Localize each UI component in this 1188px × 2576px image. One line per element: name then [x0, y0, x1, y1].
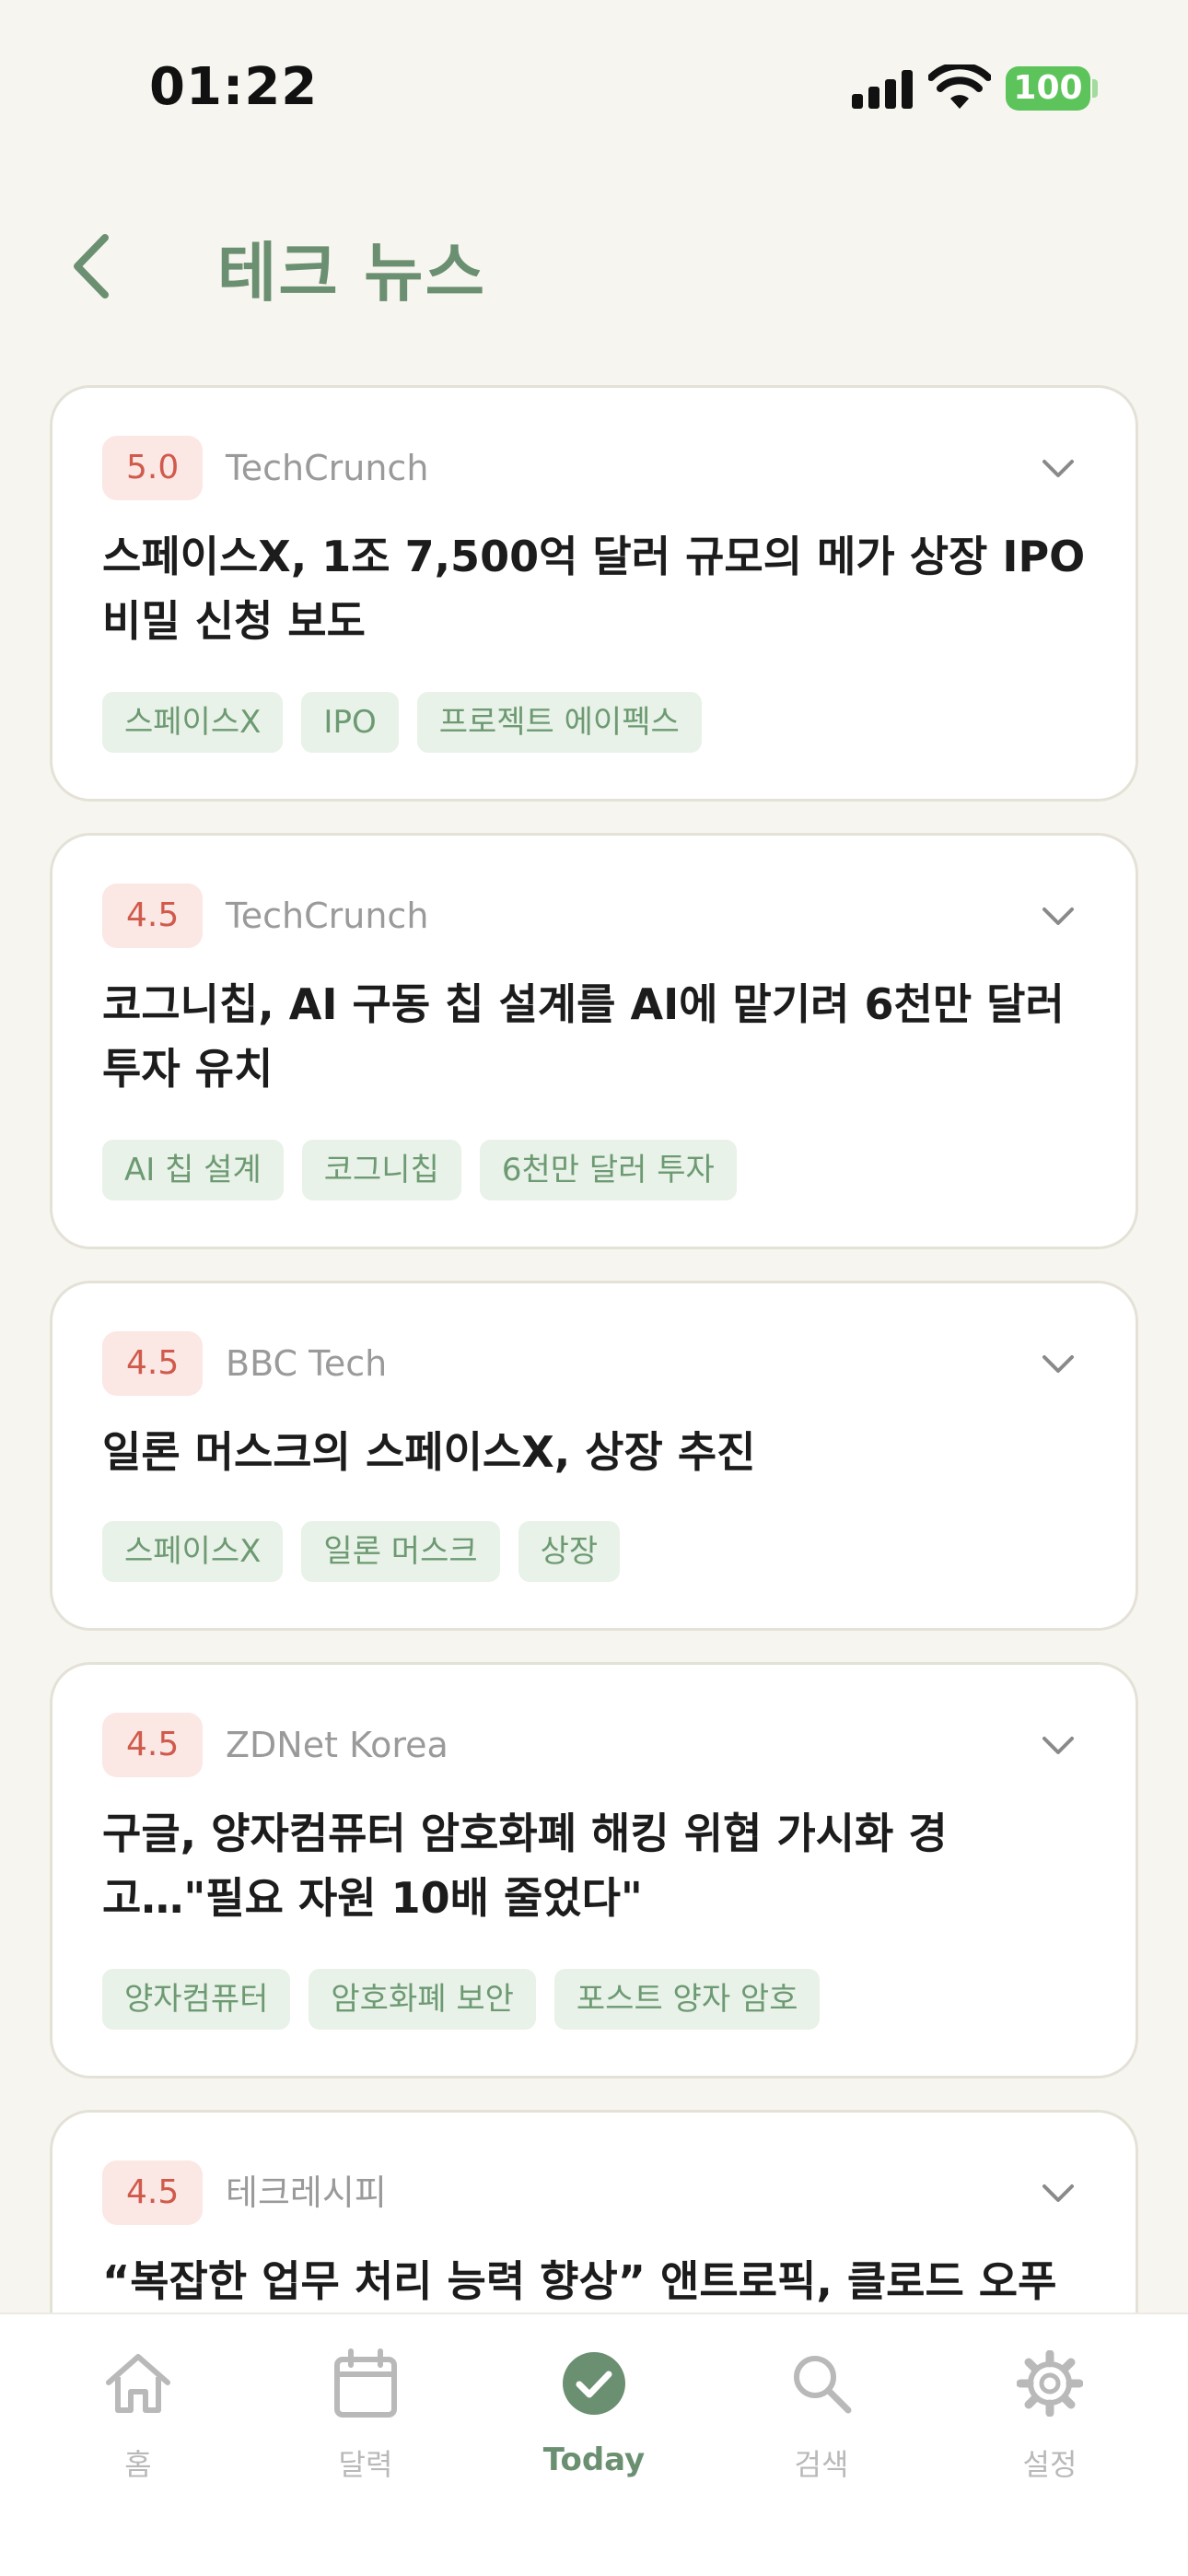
score-badge: 4.5 [102, 1331, 204, 1396]
header: 테크 뉴스 [0, 203, 1188, 322]
tab-label: 검색 [794, 2447, 849, 2482]
chevron-down-icon [1042, 1355, 1074, 1373]
tab-label: Today [542, 2441, 646, 2478]
tag-chip[interactable]: 스페이스X [102, 1521, 284, 1582]
article-source: BBC Tech [226, 1343, 388, 1384]
expand-button[interactable] [1031, 891, 1086, 943]
tag-chip[interactable]: IPO [301, 692, 399, 753]
tab-search[interactable]: 검색 [729, 2342, 914, 2508]
chevron-down-icon [1042, 2184, 1074, 2202]
tag-list: 스페이스X IPO 프로젝트 에이펙스 [102, 692, 702, 753]
tab-settings[interactable]: 설정 [958, 2342, 1142, 2508]
article-card[interactable]: 4.5 테크레시피 “복잡한 업무 처리 능력 향상” 앤트로픽, 클로드 오푸… [50, 2110, 1138, 2313]
score-badge: 4.5 [102, 2160, 204, 2225]
battery-icon: 100 [1006, 66, 1090, 111]
wifi-icon [928, 64, 991, 109]
article-title: 일론 머스크의 스페이스X, 상장 추진 [102, 1427, 756, 1477]
article-title: 스페이스X, 1조 7,500억 달러 규모의 메가 상장 IPO 비밀 신청 … [102, 532, 1086, 646]
tag-chip[interactable]: 일론 머스크 [301, 1521, 500, 1582]
article-card[interactable]: 4.5 BBC Tech 일론 머스크의 스페이스X, 상장 추진 스페이스X … [50, 1281, 1138, 1631]
article-card[interactable]: 4.5 ZDNet Korea 구글, 양자컴퓨터 암호화폐 해킹 위협 가시화… [50, 1662, 1138, 2078]
chevron-down-icon [1042, 907, 1074, 925]
tab-label: 설정 [1022, 2447, 1077, 2482]
score-badge: 4.5 [102, 884, 204, 948]
tag-list: AI 칩 설계 코그니칩 6천만 달러 투자 [102, 1140, 737, 1200]
chevron-down-icon [1042, 460, 1074, 477]
article-source: TechCrunch [226, 896, 429, 936]
expand-button[interactable] [1031, 443, 1086, 495]
expand-button[interactable] [1031, 2168, 1086, 2219]
article-source: 테크레시피 [226, 2172, 387, 2213]
article-title: “복잡한 업무 처리 능력 향상” 앤트로픽, 클로드 오푸스 [102, 2256, 1057, 2306]
article-source: TechCrunch [226, 448, 429, 488]
tab-bar: 홈 달력 Today 검색 설정 [0, 2313, 1188, 2576]
article-title: 코그니칩, AI 구동 칩 설계를 AI에 맡기려 6천만 달러 투자 유치 [102, 979, 1065, 1094]
tab-today[interactable]: Today [502, 2342, 686, 2508]
status-bar: 01:22 100 [0, 0, 1188, 175]
status-time: 01:22 [149, 57, 319, 117]
screen: 01:22 100 테크 뉴스 5.0 TechCrunch 스페이스X, 1조… [0, 0, 1188, 2576]
tag-list: 양자컴퓨터 암호화폐 보안 포스트 양자 암호 [102, 1969, 821, 2030]
check-circle-icon [563, 2352, 625, 2415]
tab-home[interactable]: 홈 [46, 2342, 230, 2508]
tab-calendar[interactable]: 달력 [274, 2342, 458, 2508]
home-icon [106, 2354, 170, 2413]
score-badge: 5.0 [102, 436, 204, 500]
cellular-signal-icon [852, 68, 914, 109]
tag-chip[interactable]: 코그니칩 [301, 1140, 461, 1200]
tag-chip[interactable]: 포스트 양자 암호 [553, 1969, 821, 2030]
search-icon [794, 2356, 852, 2414]
chevron-down-icon [1042, 1737, 1074, 1754]
back-button[interactable] [50, 225, 133, 308]
tag-chip[interactable]: 상장 [518, 1521, 621, 1582]
article-list[interactable]: 5.0 TechCrunch 스페이스X, 1조 7,500억 달러 규모의 메… [50, 385, 1138, 2313]
tab-label: 홈 [124, 2447, 152, 2482]
article-card[interactable]: 4.5 TechCrunch 코그니칩, AI 구동 칩 설계를 AI에 맡기려… [50, 833, 1138, 1249]
tag-list: 스페이스X 일론 머스크 상장 [102, 1521, 621, 1582]
tag-chip[interactable]: 6천만 달러 투자 [479, 1140, 737, 1200]
expand-button[interactable] [1031, 1339, 1086, 1390]
score-badge: 4.5 [102, 1713, 204, 1777]
chevron-left-icon [74, 234, 109, 299]
battery-nub [1092, 79, 1098, 98]
calendar-icon [334, 2348, 397, 2418]
page-title: 테크 뉴스 [217, 235, 486, 310]
tag-chip[interactable]: 양자컴퓨터 [102, 1969, 291, 2030]
tag-chip[interactable]: 프로젝트 에이펙스 [416, 692, 702, 753]
article-source: ZDNet Korea [226, 1725, 448, 1765]
gear-icon [1017, 2350, 1083, 2417]
tag-chip[interactable]: 스페이스X [102, 692, 284, 753]
article-title: 구글, 양자컴퓨터 암호화폐 해킹 위협 가시화 경고…"필요 자원 10배 줄… [102, 1809, 948, 1923]
tab-label: 달력 [338, 2447, 393, 2482]
expand-button[interactable] [1031, 1720, 1086, 1772]
tag-chip[interactable]: AI 칩 설계 [102, 1140, 284, 1200]
tag-chip[interactable]: 암호화폐 보안 [309, 1969, 536, 2030]
article-card[interactable]: 5.0 TechCrunch 스페이스X, 1조 7,500억 달러 규모의 메… [50, 385, 1138, 802]
